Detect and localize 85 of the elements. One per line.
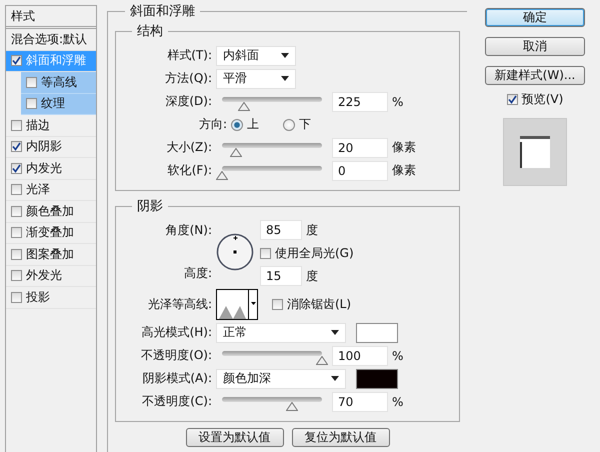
default-button[interactable]: 设置为默认值 [186,428,284,447]
unit-label: % [392,394,404,408]
number-field[interactable]: 15 [260,266,302,286]
field-label: 方向: [198,116,227,133]
checkbox[interactable] [11,292,22,303]
field-label: 大小(Z): [165,139,212,156]
color-swatch[interactable] [356,322,398,342]
field-label: 阴影模式(A): [141,370,212,387]
radio-label: 下 [299,116,311,133]
unit-label: 像素 [392,162,416,179]
default-button[interactable]: 复位为默认值 [292,428,390,447]
field-label: 不透明度(C): [141,393,212,410]
radio-label: 上 [247,116,259,133]
style-item[interactable]: 纹理 [21,94,96,115]
unit-label: 度 [306,268,318,284]
number-field[interactable]: 20 [332,138,388,158]
checkbox[interactable] [506,94,518,105]
checkbox[interactable] [11,141,22,152]
number-field[interactable]: 100 [332,346,388,366]
checkbox-label: 预览(V) [522,91,564,108]
checkbox[interactable] [272,298,283,310]
field-label: 软化(F): [166,162,212,179]
style-item[interactable]: 投影 [6,287,96,308]
checkbox[interactable] [260,248,271,258]
style-item[interactable]: 图案叠加 [6,244,96,266]
dialog-button[interactable]: 确定 [485,8,585,27]
dropdown[interactable]: 内斜面 [216,46,296,66]
unit-label: 度 [306,222,318,238]
unit-label: 像素 [392,139,416,156]
number-field[interactable]: 225 [332,92,388,112]
dialog-button[interactable]: 取消 [485,37,585,56]
contour-picker-icon[interactable] [216,288,258,320]
color-swatch[interactable] [356,368,398,388]
dropdown[interactable]: 正常 [216,322,346,342]
unit-label: % [392,348,404,362]
preview-square-icon [520,136,550,168]
field-label: 方法(Q): [164,70,212,87]
checkbox[interactable] [11,206,22,217]
field-label: 样式(T): [166,47,212,64]
checkbox[interactable] [11,270,22,282]
style-item[interactable]: 外发光 [6,266,96,287]
checkbox[interactable] [11,248,22,260]
style-item[interactable]: 等高线 [21,72,96,94]
style-item[interactable]: 光泽 [6,180,96,201]
slider-thumb[interactable] [316,356,328,364]
list-header: 样式 [6,6,96,29]
checkbox[interactable] [26,98,37,110]
slider-thumb[interactable] [216,170,228,180]
style-item[interactable]: 渐变叠加 [6,222,96,244]
checkbox-label: 使用全局光(G) [275,244,354,262]
field-label: 高度: [182,265,212,282]
number-field[interactable]: 85 [260,220,302,240]
style-item[interactable]: 描边 [6,115,96,136]
group-title: 斜面和浮雕 [129,3,196,20]
checkbox-label: 消除锯齿(L) [287,296,352,312]
field-label: 光泽等高线: [146,296,212,312]
field-label: 高光模式(H): [140,324,212,341]
number-field[interactable]: 0 [332,160,388,180]
radio-button[interactable] [283,118,295,130]
style-item[interactable]: 内发光 [6,158,96,180]
style-item[interactable]: 颜色叠加 [6,201,96,222]
checkbox[interactable] [11,227,22,238]
slider-track[interactable] [222,96,322,102]
style-item[interactable]: 内阴影 [6,136,96,158]
slider-track[interactable] [222,350,322,356]
angle-dial-icon[interactable] [216,233,254,271]
radio-button[interactable] [231,118,243,130]
field-label: 角度(N): [164,222,212,239]
checkbox[interactable] [11,55,22,66]
slider-track[interactable] [222,166,322,170]
slider-track[interactable] [222,396,322,402]
dropdown[interactable]: 平滑 [216,68,296,88]
slider-track[interactable] [222,142,322,148]
dropdown[interactable]: 颜色加深 [216,368,346,388]
checkbox[interactable] [26,76,37,88]
group-title: 结构 [136,23,164,40]
checkbox[interactable] [11,184,22,196]
field-label: 深度(D): [164,93,212,110]
unit-label: % [392,94,404,108]
checkbox[interactable] [11,120,22,131]
checkbox[interactable] [11,162,22,174]
number-field[interactable]: 70 [332,392,388,412]
dialog-button[interactable]: 新建样式(W)... [485,66,585,85]
group-title: 阴影 [136,198,164,215]
field-label: 不透明度(O): [140,347,212,364]
